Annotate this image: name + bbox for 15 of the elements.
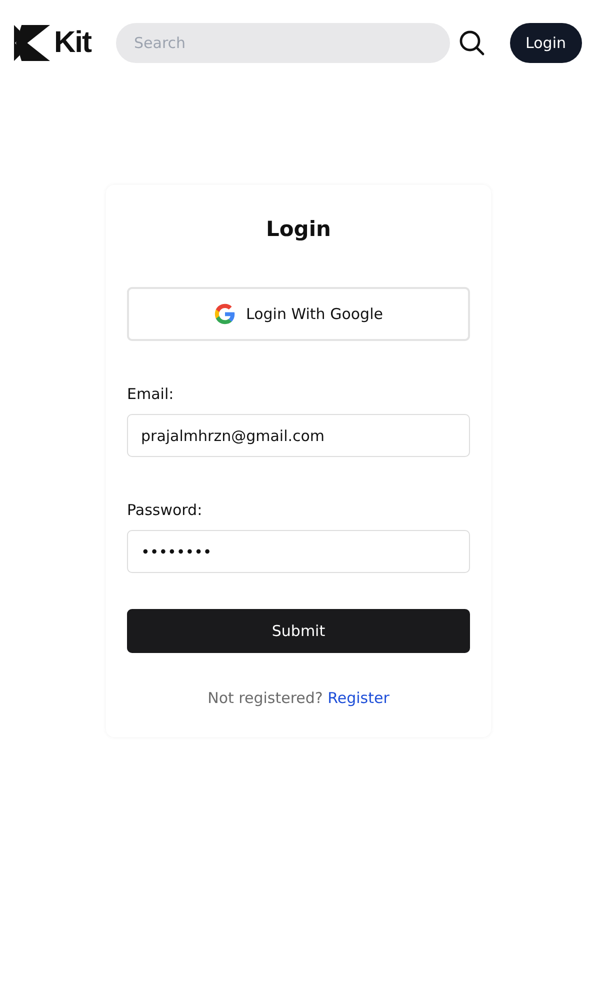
input-field[interactable]: prajalmhrzn@gmail.com [127,414,470,457]
logo-icon [14,24,50,60]
input-field[interactable]: •••••••• [127,530,470,573]
login-button[interactable]: Login [510,22,582,62]
google-icon [214,303,236,325]
field-label: Password: [127,501,204,519]
search-icon[interactable] [459,30,485,56]
submit-button[interactable]: Submit [127,609,470,653]
form-title: Login [265,217,332,241]
logo-text: Kit [54,26,91,60]
field-label: Email: [127,385,175,403]
search-field[interactable]: Search [116,22,450,62]
google-login-button[interactable]: Login With Google [127,287,470,341]
register-prompt: Not registered? Register [206,689,390,707]
register-link[interactable]: Register [328,689,390,707]
